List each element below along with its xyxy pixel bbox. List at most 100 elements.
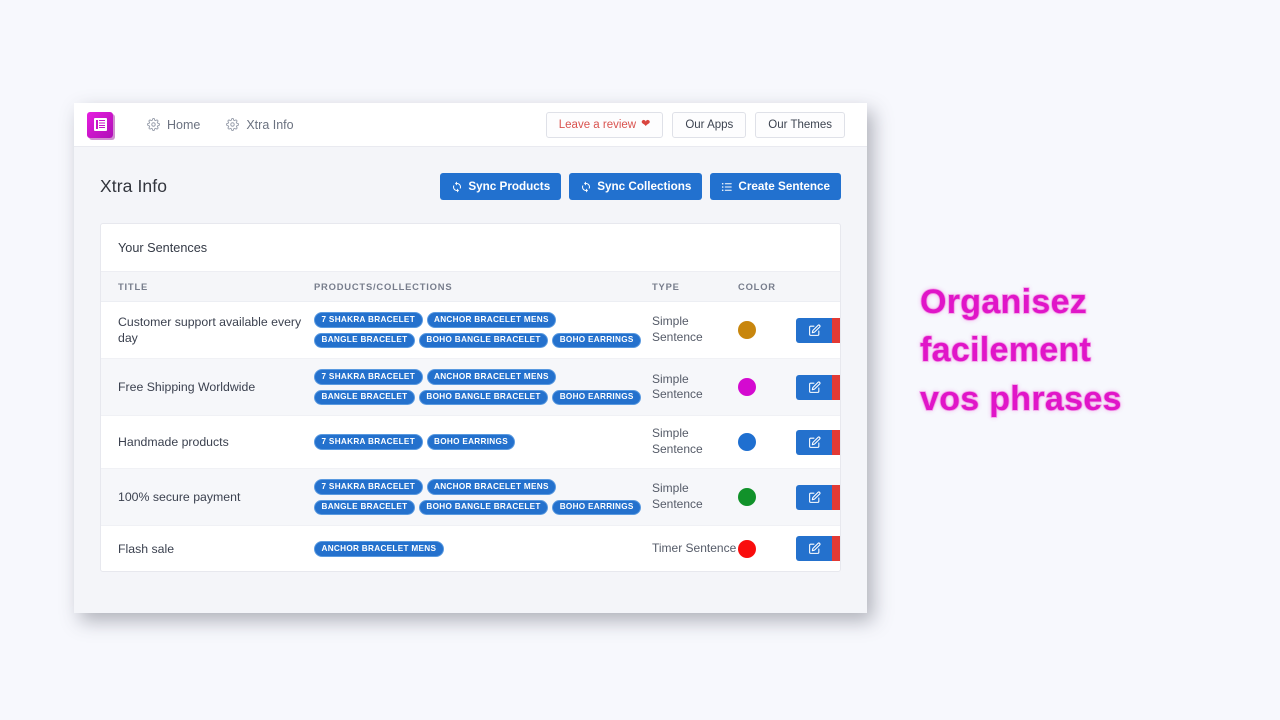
row-tags-cell: 7 SHAKRA BRACELET ANCHOR BRACELET MENS BAN… xyxy=(314,358,652,417)
sync-products-label: Sync Products xyxy=(468,180,551,193)
delete-row-button[interactable] xyxy=(832,317,840,343)
tag-pill[interactable]: ANCHOR BRACELET MENS xyxy=(426,479,557,495)
row-actions-cell xyxy=(796,358,840,417)
row-color-cell xyxy=(738,358,796,417)
our-apps-button[interactable]: Our Apps xyxy=(672,111,747,138)
row-color-cell xyxy=(738,468,796,527)
sync-collections-label: Sync Collections xyxy=(597,180,692,193)
leave-a-review-button[interactable]: Leave a review ❤ xyxy=(545,111,664,138)
color-swatch xyxy=(738,321,756,340)
page-title: Xtra Info xyxy=(100,176,168,196)
row-actions-cell xyxy=(796,415,840,470)
our-apps-label: Our Apps xyxy=(685,118,734,131)
sentences-table: TITLE PRODUCTS/COLLECTIONS TYPE COLOR Cu… xyxy=(101,272,840,572)
tag-pill[interactable]: ANCHOR BRACELET MENS xyxy=(426,312,557,328)
row-color-cell xyxy=(738,301,796,360)
app-logo-icon[interactable] xyxy=(87,111,113,138)
row-color-cell xyxy=(738,415,796,470)
tag-pill[interactable]: BOHO EARRINGS xyxy=(552,332,642,349)
edit-row-button[interactable] xyxy=(796,484,832,510)
card-header: Your Sentences xyxy=(101,224,840,272)
tag-pill[interactable]: 7 SHAKRA BRACELET xyxy=(314,479,423,495)
edit-row-button[interactable] xyxy=(796,317,832,343)
heart-icon: ❤ xyxy=(641,118,651,130)
edit-row-button[interactable] xyxy=(796,536,832,562)
tag-list: 7 SHAKRA BRACELET ANCHOR BRACELET MENS BAN… xyxy=(314,369,652,406)
delete-row-button[interactable] xyxy=(832,374,840,400)
table-row: Flash sale ANCHOR BRACELET MENS Timer Sent… xyxy=(101,526,840,571)
column-header-actions xyxy=(796,272,840,302)
row-tags-cell: 7 SHAKRA BRACELET ANCHOR BRACELET MENS BAN… xyxy=(314,301,652,360)
tag-pill[interactable]: BOHO BANGLE BRACELET xyxy=(418,332,549,349)
tag-pill[interactable]: 7 SHAKRA BRACELET xyxy=(314,369,423,385)
tag-pill[interactable]: BOHO BANGLE BRACELET xyxy=(418,499,549,516)
row-actions-cell xyxy=(796,526,840,571)
color-swatch xyxy=(738,539,756,558)
tag-pill[interactable]: BOHO EARRINGS xyxy=(552,499,642,516)
gear-icon xyxy=(147,118,160,131)
color-swatch xyxy=(738,433,756,452)
tag-pill[interactable]: BANGLE BRACELET xyxy=(314,332,415,349)
edit-icon xyxy=(808,381,821,393)
tag-pill[interactable]: 7 SHAKRA BRACELET xyxy=(314,434,423,451)
edit-icon xyxy=(808,324,821,336)
delete-row-button[interactable] xyxy=(832,484,840,510)
row-tags-cell: ANCHOR BRACELET MENS xyxy=(314,526,652,571)
sync-products-button[interactable]: Sync Products xyxy=(440,173,562,200)
row-tags-cell: 7 SHAKRA BRACELET ANCHOR BRACELET MENS BAN… xyxy=(314,468,652,527)
edit-icon xyxy=(808,436,821,448)
row-type: Simple Sentence xyxy=(652,301,738,360)
sync-icon xyxy=(453,181,462,192)
delete-row-button[interactable] xyxy=(832,536,840,562)
edit-row-button[interactable] xyxy=(796,429,832,455)
table-head: TITLE PRODUCTS/COLLECTIONS TYPE COLOR xyxy=(101,272,840,302)
row-tags-cell: 7 SHAKRA BRACELET BOHO EARRINGS xyxy=(314,415,652,470)
create-sentence-button[interactable]: Create Sentence xyxy=(710,173,841,200)
sync-icon xyxy=(582,181,591,192)
delete-row-button[interactable] xyxy=(832,429,840,455)
row-type: Simple Sentence xyxy=(652,415,738,470)
color-swatch xyxy=(738,378,756,397)
edit-row-button[interactable] xyxy=(796,374,832,400)
row-action-group xyxy=(796,536,840,562)
tag-pill[interactable]: BOHO EARRINGS xyxy=(552,389,642,406)
nav-item-home-label: Home xyxy=(167,117,201,132)
sentences-card: Your Sentences TITLE PRODUCTS/COLLECTION… xyxy=(100,223,841,573)
column-header-color: COLOR xyxy=(738,272,796,302)
tag-pill[interactable]: BANGLE BRACELET xyxy=(314,499,415,516)
gear-icon xyxy=(226,118,240,131)
table-header-row: TITLE PRODUCTS/COLLECTIONS TYPE COLOR xyxy=(101,272,840,302)
table-row: Handmade products 7 SHAKRA BRACELET BOHO E… xyxy=(101,415,840,470)
row-type: Timer Sentence xyxy=(652,540,737,555)
edit-icon xyxy=(808,542,821,555)
row-title: 100% secure payment xyxy=(101,468,314,527)
row-action-group xyxy=(796,317,840,343)
tag-pill[interactable]: BANGLE BRACELET xyxy=(314,389,415,406)
create-sentence-label: Create Sentence xyxy=(738,180,830,193)
tag-pill[interactable]: BOHO BANGLE BRACELET xyxy=(418,389,549,406)
app-window: Home Xtra Info Leave a review ❤ Our Apps… xyxy=(74,103,867,613)
nav-item-xtra-info[interactable]: Xtra Info xyxy=(226,118,294,132)
tag-pill[interactable]: ANCHOR BRACELET MENS xyxy=(314,541,444,557)
sync-collections-button[interactable]: Sync Collections xyxy=(569,173,703,200)
column-header-title: TITLE xyxy=(101,272,314,302)
row-action-group xyxy=(796,429,840,455)
page-header: Xtra Info Sync Products Sync Collections xyxy=(100,173,841,200)
tag-pill[interactable]: ANCHOR BRACELET MENS xyxy=(426,369,557,385)
column-header-type: TYPE xyxy=(652,272,738,302)
tag-pill[interactable]: 7 SHAKRA BRACELET xyxy=(314,312,423,328)
card-title: Your Sentences xyxy=(118,241,208,255)
row-action-group xyxy=(796,484,840,510)
table-body: Customer support available every day 7 SH… xyxy=(101,301,840,572)
column-header-products: PRODUCTS/COLLECTIONS xyxy=(314,272,652,302)
table-row: Customer support available every day 7 SH… xyxy=(101,301,840,360)
row-color-cell xyxy=(738,526,796,571)
our-themes-label: Our Themes xyxy=(768,118,832,131)
marketing-line-3: vos phrases xyxy=(919,379,1122,419)
tag-pill[interactable]: BOHO EARRINGS xyxy=(426,434,516,451)
page-content: Xtra Info Sync Products Sync Collections xyxy=(74,147,867,573)
our-themes-button[interactable]: Our Themes xyxy=(755,111,845,138)
marketing-line-2: facilement xyxy=(919,330,1092,370)
row-action-group xyxy=(796,374,840,400)
nav-item-home[interactable]: Home xyxy=(147,118,200,132)
